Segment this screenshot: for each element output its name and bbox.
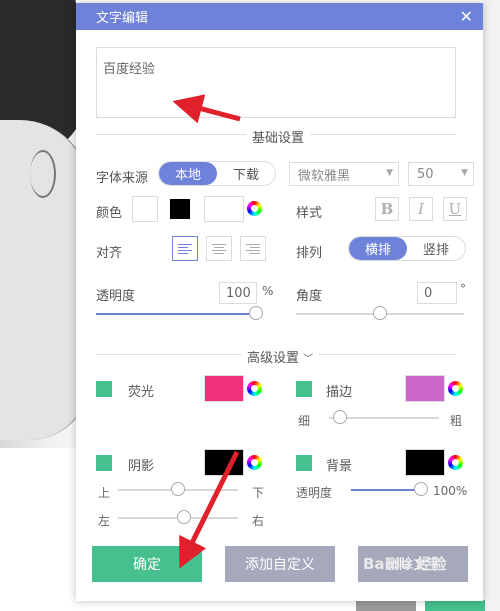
arrange-vertical[interactable]: 竖排	[407, 237, 465, 260]
opacity-unit: %	[262, 284, 274, 298]
background-checkbox[interactable]	[296, 455, 312, 471]
shadow-vertical-slider-knob[interactable]	[171, 482, 185, 496]
font-source-download[interactable]: 下载	[217, 162, 275, 185]
stroke-slider-knob[interactable]	[333, 410, 347, 424]
opacity-slider-knob[interactable]	[249, 306, 263, 320]
opacity-slider-fill	[96, 313, 256, 315]
shadow-horizontal-slider-knob[interactable]	[177, 510, 191, 524]
background-opacity-slider-knob[interactable]	[414, 482, 428, 496]
font-size-value: 50	[417, 166, 434, 182]
color-wheel-icon[interactable]	[247, 455, 262, 470]
shadow-down-label: 下	[252, 486, 265, 500]
chevron-down-icon: ▼	[461, 168, 468, 178]
underline-button[interactable]: U	[443, 197, 467, 221]
bold-button[interactable]: B	[375, 197, 399, 221]
close-icon[interactable]: ✕	[460, 7, 473, 26]
font-size-select[interactable]: 50 ▼	[408, 162, 474, 186]
opacity-slider-track[interactable]	[96, 313, 256, 315]
chevron-down-icon: ﹀	[303, 354, 314, 365]
opacity-value: 100	[226, 285, 251, 301]
align-center-button[interactable]	[206, 236, 232, 261]
background-button-green	[425, 600, 485, 611]
align-right-button[interactable]	[240, 236, 266, 261]
basic-settings-label: 基础设置	[246, 127, 311, 146]
background-opacity-slider-fill	[351, 489, 421, 491]
opacity-label: 透明度	[96, 289, 136, 304]
italic-button[interactable]: I	[409, 197, 433, 221]
color-wheel-icon[interactable]	[448, 455, 463, 470]
background-photo	[0, 0, 76, 448]
text-edit-dialog: 文字编辑 ✕ 基础设置 字体来源 本地 下载 微软雅黑 ▼ 50 ▼ 颜色 样式…	[76, 3, 483, 601]
font-source-toggle[interactable]: 本地 下载	[158, 161, 276, 186]
glow-checkbox[interactable]	[96, 381, 112, 397]
glow-color-swatch[interactable]	[204, 375, 244, 402]
font-family-value: 微软雅黑	[298, 168, 351, 184]
arrange-horizontal[interactable]: 横排	[349, 237, 407, 260]
advanced-settings-label[interactable]: 高级设置 ﹀	[241, 347, 320, 366]
angle-slider-knob[interactable]	[373, 306, 387, 320]
stroke-checkbox[interactable]	[296, 381, 312, 397]
shadow-color-swatch[interactable]	[204, 449, 244, 476]
color-label: 颜色	[96, 206, 123, 221]
add-custom-button[interactable]: 添加自定义	[225, 546, 335, 582]
color-wheel-icon[interactable]	[247, 201, 262, 216]
watermark: Baidu 经验	[363, 555, 447, 573]
color-swatch-white[interactable]	[132, 196, 158, 222]
stroke-label: 描边	[326, 385, 353, 400]
shadow-label: 阴影	[128, 459, 155, 474]
background-opacity-slider-track[interactable]	[351, 489, 421, 491]
align-left-button[interactable]	[172, 236, 198, 261]
glow-label: 荧光	[128, 385, 155, 400]
thin-label: 细	[298, 414, 311, 428]
thick-label: 粗	[450, 414, 463, 428]
shadow-checkbox[interactable]	[96, 455, 112, 471]
background-opacity-value: 100%	[433, 484, 468, 498]
background-button-grey	[356, 600, 416, 611]
opacity-input[interactable]: 100	[219, 282, 257, 304]
color-wheel-icon[interactable]	[448, 381, 463, 396]
angle-unit: °	[460, 282, 466, 296]
scrollbar-area	[483, 0, 500, 611]
shadow-left-label: 左	[98, 514, 111, 528]
background-opacity-label: 透明度	[296, 486, 333, 500]
align-label: 对齐	[96, 246, 123, 261]
background-label: 背景	[326, 459, 353, 474]
shadow-up-label: 上	[98, 486, 111, 500]
style-label: 样式	[296, 206, 323, 221]
font-source-local[interactable]: 本地	[159, 162, 217, 185]
arrange-label: 排列	[296, 246, 323, 261]
color-swatch-black[interactable]	[170, 199, 190, 219]
stroke-color-swatch[interactable]	[405, 375, 445, 402]
font-source-label: 字体来源	[96, 171, 149, 186]
shadow-right-label: 右	[252, 514, 265, 528]
confirm-button[interactable]: 确定	[92, 546, 202, 582]
dialog-titlebar: 文字编辑 ✕	[76, 3, 483, 30]
background-color-swatch[interactable]	[405, 449, 445, 476]
text-input[interactable]	[96, 47, 456, 118]
dialog-title: 文字编辑	[96, 11, 149, 26]
angle-value: 0	[424, 285, 433, 301]
font-family-select[interactable]: 微软雅黑 ▼	[289, 162, 399, 186]
color-wheel-icon[interactable]	[247, 381, 262, 396]
angle-label: 角度	[296, 289, 323, 304]
text-color-picker[interactable]	[204, 196, 244, 222]
arrange-toggle[interactable]: 横排 竖排	[348, 236, 466, 261]
advanced-settings-text: 高级设置	[247, 351, 300, 366]
ear	[30, 150, 56, 198]
chevron-down-icon: ▼	[386, 168, 393, 178]
angle-input[interactable]: 0	[417, 282, 457, 304]
